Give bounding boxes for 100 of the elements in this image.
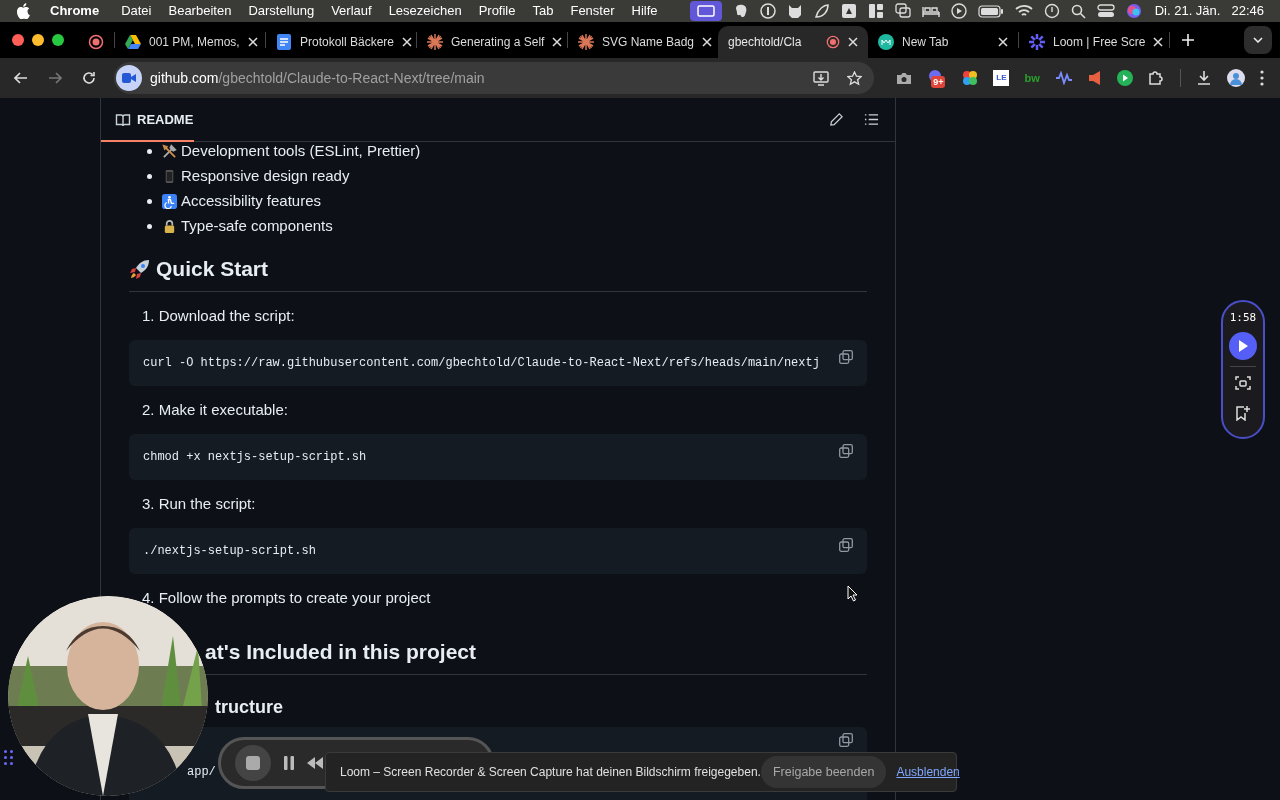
siri-icon[interactable]	[1125, 3, 1142, 19]
list-icon[interactable]	[864, 112, 879, 127]
book-icon	[115, 111, 131, 128]
browser-tab[interactable]: Generating a Self	[417, 26, 567, 58]
screen-share-icon[interactable]	[689, 1, 722, 21]
browser-tab[interactable]: SVG Name Badg	[568, 26, 718, 58]
record-icon	[88, 34, 104, 50]
reload-icon[interactable]	[82, 71, 96, 85]
close-icon[interactable]	[848, 37, 858, 47]
download-icon[interactable]	[1195, 70, 1212, 86]
notification-text: Loom – Screen Recorder & Screen Capture hat deinen Bildschirm freigegeben.	[340, 764, 761, 781]
extension-button[interactable]: bw	[1024, 69, 1040, 87]
tab-search-button[interactable]	[1244, 26, 1272, 54]
stop-button[interactable]	[235, 745, 271, 781]
browser-tab[interactable]: gbechtold/Cla	[718, 26, 868, 58]
browser-tab[interactable]: Loom | Free Scre	[1019, 26, 1169, 58]
browser-tab[interactable]: 001 PM, Memos,	[115, 26, 265, 58]
copy-icon[interactable]	[839, 733, 853, 747]
step-text: 4. Follow the prompts to create your project	[142, 587, 431, 608]
avatar-icon[interactable]	[1226, 69, 1245, 87]
list-item-text: Accessibility features	[181, 191, 322, 212]
install-app-icon[interactable]	[813, 70, 829, 86]
app-menu[interactable]: Chrome	[50, 1, 100, 21]
menu-item[interactable]: Verlauf	[331, 1, 372, 21]
clock-icon[interactable]	[1043, 3, 1060, 19]
close-icon[interactable]	[247, 37, 258, 47]
starburst-icon	[578, 34, 594, 50]
control-center-icon[interactable]	[1096, 4, 1115, 18]
pause-icon[interactable]	[283, 756, 295, 770]
browser-tab[interactable]: Protokoll Bäckere	[266, 26, 416, 58]
menu-bar-clock: 22:46	[1231, 2, 1264, 21]
apple-icon[interactable]	[16, 3, 30, 19]
code-text: ./nextjs-setup-script.sh	[143, 543, 316, 560]
stop-sharing-button[interactable]: Freigabe beenden	[760, 756, 887, 788]
color-wheel-icon[interactable]	[962, 70, 979, 86]
copy-icon[interactable]	[839, 350, 853, 364]
new-tab-icon[interactable]	[1182, 34, 1194, 46]
bullet-icon	[147, 174, 152, 179]
more-icon[interactable]	[1259, 70, 1264, 86]
lock-icon	[162, 219, 177, 234]
tab-title: SVG Name Badg	[602, 34, 695, 51]
tab-title: gbechtold/Cla	[728, 34, 803, 51]
layout-icon[interactable]	[867, 3, 884, 19]
menu-item[interactable]: Bearbeiten	[168, 1, 232, 21]
menu-item[interactable]: Darstellung	[248, 1, 315, 21]
back-icon[interactable]	[14, 72, 28, 84]
play-circle-icon[interactable]	[950, 3, 967, 19]
waveform-icon[interactable]	[1055, 71, 1073, 85]
address-bar[interactable]: github.com/gbechtold/Claude-to-React-Next/tree/main	[114, 62, 874, 94]
document-icon	[276, 34, 292, 50]
drive-icon[interactable]	[840, 3, 857, 19]
browser-tab[interactable]: New Tab	[868, 26, 1018, 58]
menu-item[interactable]: Datei	[121, 1, 152, 21]
bookmark-add-icon[interactable]	[1235, 404, 1251, 421]
rewind-icon[interactable]	[307, 757, 323, 769]
close-icon[interactable]	[1153, 37, 1164, 47]
zoom-window-button[interactable]	[52, 34, 64, 46]
minimize-window-button[interactable]	[32, 34, 44, 46]
leaf-icon[interactable]	[813, 3, 830, 19]
menu-bar-date: Di. 21. Jän.	[1154, 2, 1221, 21]
close-icon[interactable]	[552, 37, 563, 47]
windows-icon[interactable]	[894, 3, 911, 19]
copy-icon[interactable]	[839, 538, 853, 552]
close-icon[interactable]	[702, 37, 713, 47]
hide-link[interactable]: Ausblenden	[896, 763, 960, 781]
menu-item[interactable]: Fenster	[570, 1, 615, 21]
search-icon[interactable]	[1070, 3, 1086, 19]
record-icon	[826, 35, 840, 49]
copy-icon[interactable]	[839, 444, 853, 458]
pencil-icon[interactable]	[829, 112, 844, 127]
wifi-icon[interactable]	[1014, 4, 1033, 18]
m-logo-icon	[878, 34, 894, 50]
readme-tab[interactable]: README	[137, 109, 194, 130]
puzzle-icon[interactable]	[1148, 70, 1165, 86]
lock-circle-icon[interactable]	[759, 3, 776, 19]
battery-icon[interactable]	[977, 4, 1004, 18]
megaphone-icon[interactable]	[1088, 70, 1103, 86]
mouse-cursor-icon	[847, 585, 858, 602]
rocket-icon	[129, 258, 151, 280]
play-circle-icon[interactable]	[1117, 70, 1134, 86]
video-camera-icon[interactable]	[122, 73, 136, 83]
play-button[interactable]	[1229, 331, 1257, 360]
close-icon[interactable]	[402, 37, 413, 47]
list-item-text: Responsive design ready	[181, 166, 350, 187]
bed-icon[interactable]	[921, 4, 940, 18]
star-icon[interactable]	[847, 70, 862, 86]
step-text: 2. Make it executable:	[142, 399, 288, 420]
menu-item[interactable]: Tab	[532, 1, 554, 21]
close-icon[interactable]	[998, 37, 1008, 47]
camera-icon[interactable]	[896, 71, 912, 85]
menu-item[interactable]: Lesezeichen	[388, 1, 462, 21]
close-window-button[interactable]	[12, 34, 24, 46]
menu-item[interactable]: Hilfe	[631, 1, 658, 21]
extension-button[interactable]: LE	[993, 70, 1010, 86]
url-text: github.com/gbechtold/Claude-to-React-Next/tree/main	[150, 68, 486, 88]
screenshot-icon[interactable]	[1235, 374, 1251, 391]
cat-icon[interactable]	[786, 3, 803, 19]
drag-handle-icon[interactable]	[4, 750, 14, 766]
play-icon	[1238, 339, 1248, 352]
menu-item[interactable]: Profile	[478, 1, 516, 21]
